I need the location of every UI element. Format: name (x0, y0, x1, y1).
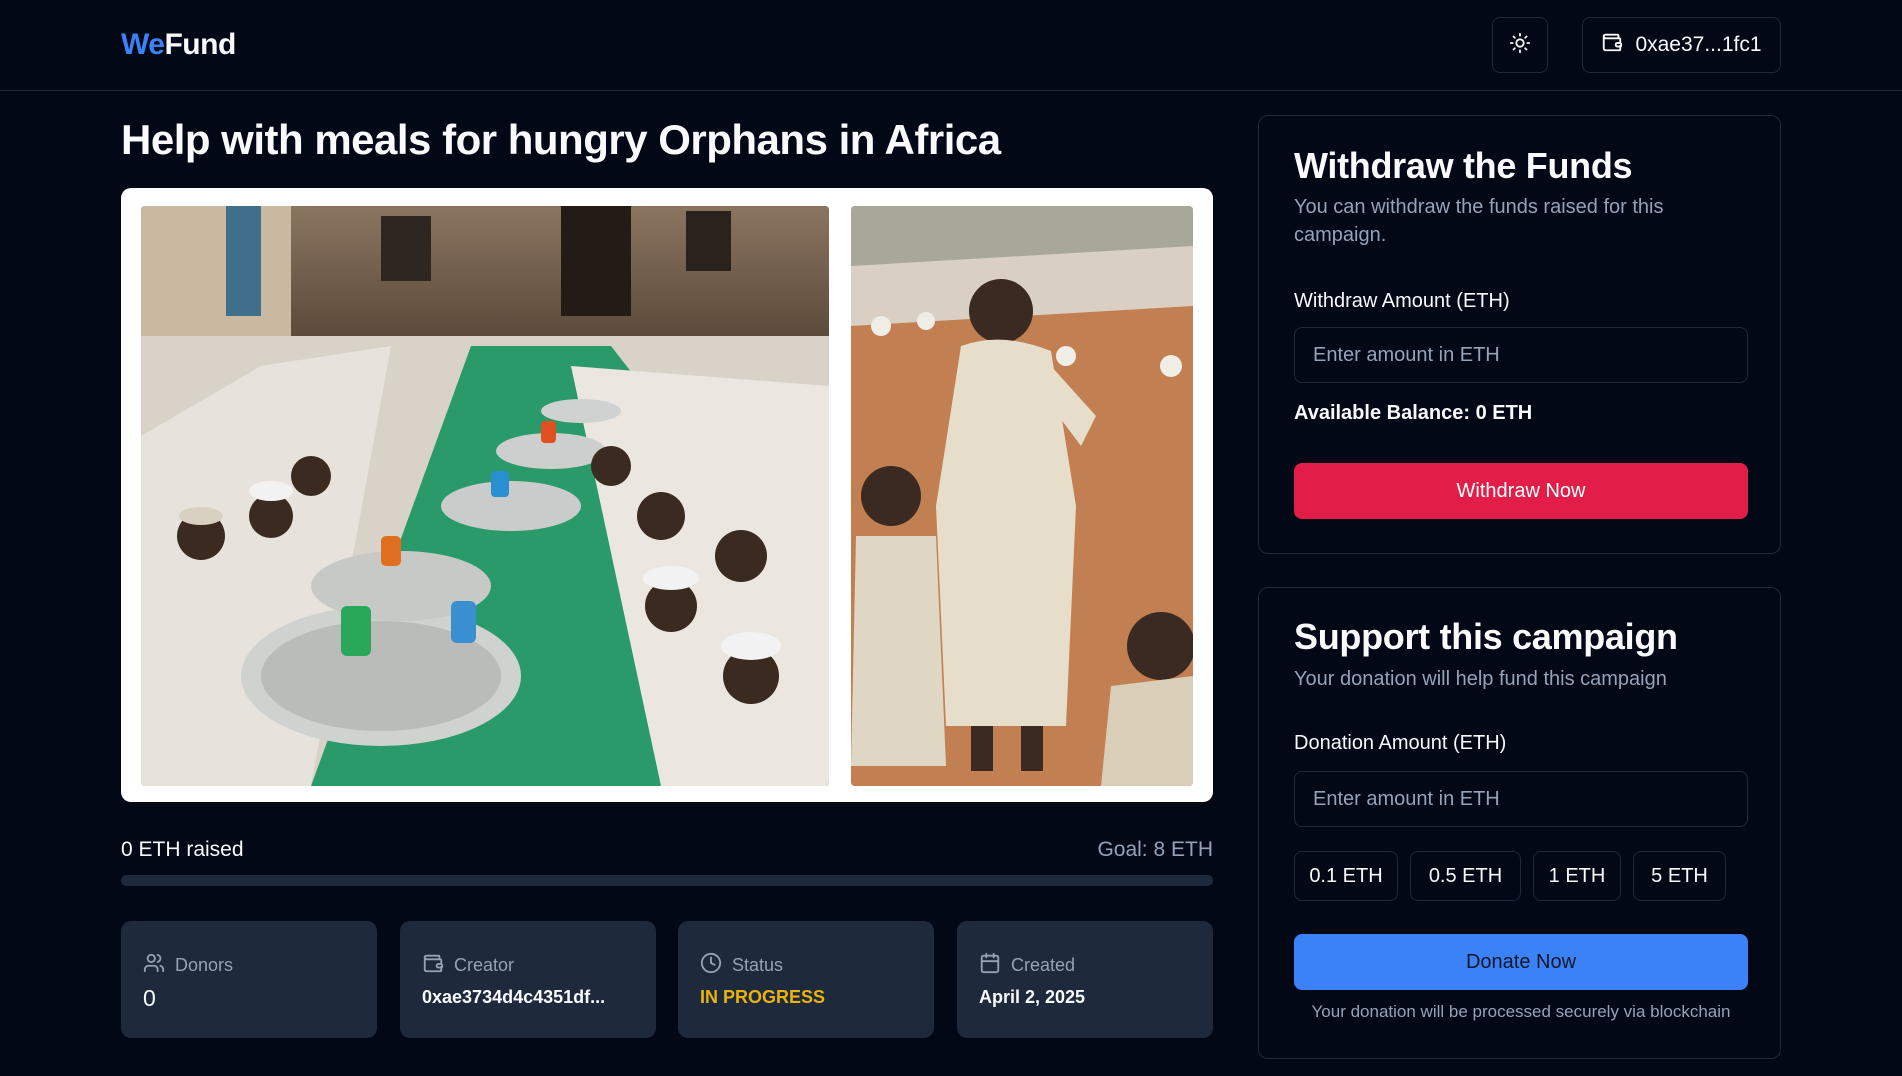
donate-now-button[interactable]: Donate Now (1294, 934, 1748, 990)
theme-toggle-button[interactable] (1492, 17, 1548, 73)
users-icon (143, 952, 165, 979)
donate-card: Support this campaign Your donation will… (1258, 587, 1781, 1059)
quick-amount-0.1[interactable]: 0.1 ETH (1294, 851, 1398, 901)
withdraw-title: Withdraw the Funds (1294, 145, 1633, 186)
wallet-icon (1601, 31, 1623, 59)
donors-stat-card: Donors 0 (121, 921, 377, 1038)
campaign-title: Help with meals for hungry Orphans in Af… (121, 116, 1001, 163)
status-label: Status (732, 955, 784, 975)
created-stat-card: Created April 2, 2025 (957, 921, 1213, 1038)
wallet-address: 0xae37...1fc1 (1635, 33, 1762, 56)
withdraw-now-button[interactable]: Withdraw Now (1294, 463, 1748, 519)
quick-amount-0.5[interactable]: 0.5 ETH (1410, 851, 1521, 901)
donors-count: 0 (143, 985, 156, 1011)
campaign-photo-child (851, 206, 1193, 786)
campaign-image (121, 188, 1213, 802)
status-stat-card: Status IN PROGRESS (678, 921, 934, 1038)
calendar-icon (979, 952, 1001, 979)
withdraw-subtitle: You can withdraw the funds raised for th… (1294, 196, 1664, 246)
withdraw-amount-input[interactable] (1294, 327, 1748, 383)
wallet-icon (422, 952, 444, 979)
donate-title: Support this campaign (1294, 616, 1678, 657)
donate-subtitle: Your donation will help fund this campai… (1294, 668, 1667, 690)
goal-amount: Goal: 8 ETH (1097, 838, 1213, 861)
logo-we: We (121, 28, 165, 61)
donation-security-note: Your donation will be processed securely… (1311, 1002, 1731, 1021)
campaign-photo-meal (141, 206, 829, 786)
creator-stat-card: Creator 0xae3734d4c4351df... (400, 921, 656, 1038)
wallet-connect-button[interactable]: 0xae37...1fc1 (1582, 17, 1781, 73)
created-label: Created (1011, 955, 1076, 975)
status-badge: IN PROGRESS (700, 987, 826, 1007)
logo-fund: Fund (164, 28, 236, 61)
creator-label: Creator (454, 955, 515, 975)
sun-icon (1509, 32, 1531, 59)
clock-icon (700, 952, 722, 979)
donation-amount-label: Donation Amount (ETH) (1294, 732, 1507, 754)
withdraw-amount-label: Withdraw Amount (ETH) (1294, 290, 1510, 312)
wefund-logo[interactable]: WeFund (121, 28, 236, 62)
raised-amount: 0 ETH raised (121, 838, 244, 861)
donation-amount-input[interactable] (1294, 771, 1748, 827)
donors-label: Donors (175, 955, 234, 975)
available-balance: Available Balance: 0 ETH (1294, 402, 1533, 424)
created-date: April 2, 2025 (979, 987, 1086, 1007)
quick-amount-5[interactable]: 5 ETH (1633, 851, 1726, 901)
funding-progress-bar (121, 875, 1213, 886)
top-navbar: WeFund 0xae37...1fc1 (0, 0, 1902, 91)
withdraw-card: Withdraw the Funds You can withdraw the … (1258, 115, 1781, 554)
quick-amount-1[interactable]: 1 ETH (1533, 851, 1621, 901)
creator-address: 0xae3734d4c4351df... (422, 987, 606, 1007)
